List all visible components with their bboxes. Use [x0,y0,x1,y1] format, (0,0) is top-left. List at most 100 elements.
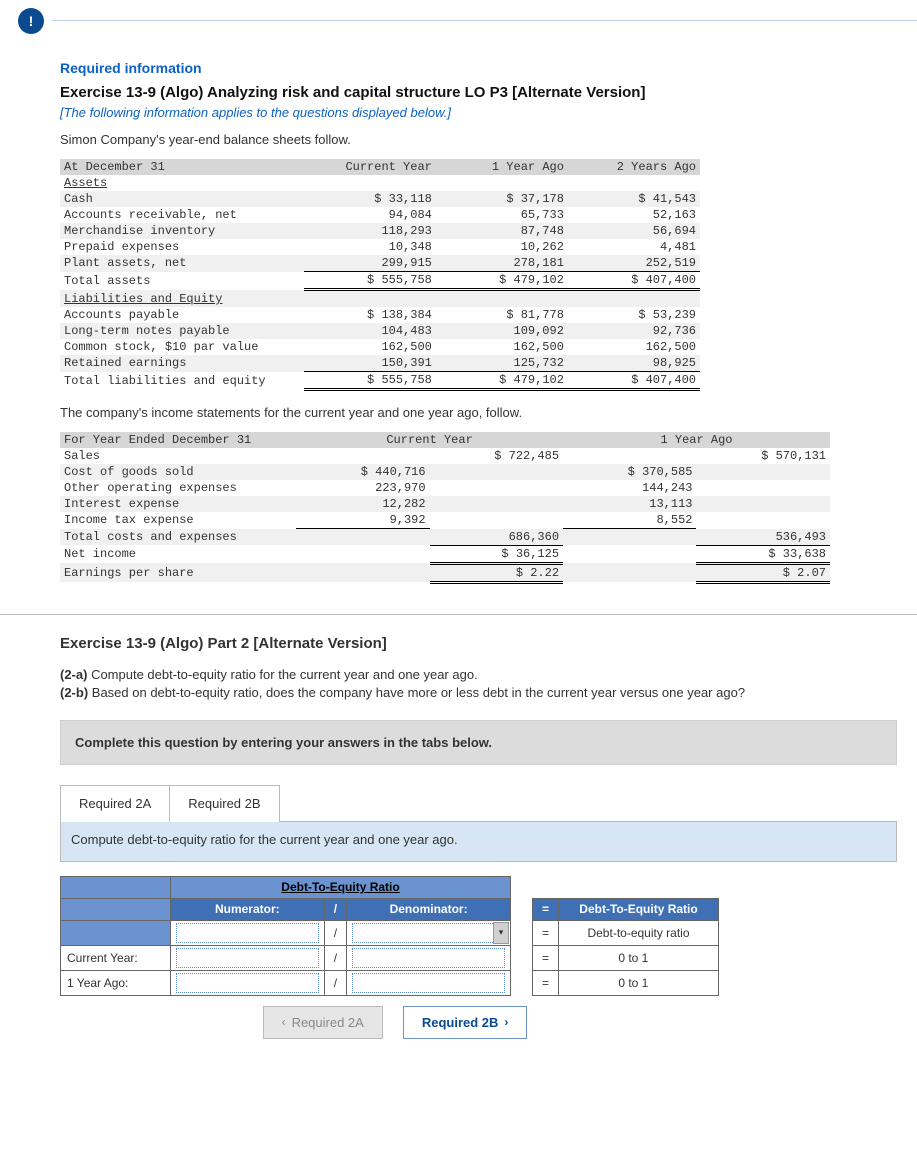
bs-cell: 299,915 [304,255,436,272]
bs-total-assets: $ 479,102 [436,272,568,290]
next-button[interactable]: Required 2B › [403,1006,528,1039]
chevron-right-icon: › [504,1015,508,1029]
numerator-cy-input[interactable] [177,949,318,967]
prev-label: Required 2A [292,1015,364,1030]
slash-hdr: / [324,898,347,920]
bs-hdr-1y: 1 Year Ago [436,159,568,175]
is-cell: $ 370,585 [563,464,696,480]
denominator-hdr: Denominator: [347,898,511,920]
bs-cell: 10,348 [304,239,436,255]
bs-cell: 94,084 [304,207,436,223]
bs-cell: 162,500 [304,339,436,355]
q2b-label: (2-b) [60,685,88,700]
slash-cell: / [324,920,347,945]
is-sales-label: Sales [60,448,296,464]
bs-cell: 4,481 [568,239,700,255]
is-totalexp-cy: 686,360 [430,529,563,546]
intro-text: Simon Company's year-end balance sheets … [60,132,897,147]
q2b-text: Based on debt-to-equity ratio, does the … [88,685,745,700]
tabs: Required 2A Required 2B [60,785,897,822]
is-row-label: Cost of goods sold [60,464,296,480]
bs-cell: $ 53,239 [568,307,700,323]
bs-cell: 252,519 [568,255,700,272]
ratio-title: Debt-To-Equity Ratio [171,876,511,898]
chevron-down-icon[interactable]: ▾ [493,922,509,944]
slash-cell: / [324,945,347,970]
slash-cell: / [324,970,347,995]
bs-cell: 10,262 [436,239,568,255]
denominator-select[interactable] [353,924,504,942]
to1-label: to 1 [628,951,648,965]
ratio-cy-value: 0 [565,951,625,965]
required-info-label: Required information [60,60,897,76]
bs-row-label: Accounts payable [60,307,304,323]
is-eps-label: Earnings per share [60,563,296,582]
is-netincome-cy: $ 36,125 [430,545,563,563]
info-badge-icon: ! [18,8,44,34]
question-text: (2-a) Compute debt-to-equity ratio for t… [60,666,897,702]
bs-cell: 109,092 [436,323,568,339]
current-year-label: Current Year: [61,945,171,970]
is-cell: $ 440,716 [296,464,429,480]
bs-cell: 87,748 [436,223,568,239]
is-eps-1y: $ 2.07 [696,563,830,582]
bs-total-le: $ 555,758 [304,372,436,390]
is-sales-1y: $ 570,131 [696,448,830,464]
context-note: [The following information applies to th… [60,105,897,120]
income-table: For Year Ended December 31 Current Year … [60,432,830,584]
numerator-ya-input[interactable] [177,974,318,992]
bs-row-label: Common stock, $10 par value [60,339,304,355]
bs-row-label: Accounts receivable, net [60,207,304,223]
bs-total-assets-label: Total assets [60,272,304,290]
ratio-row-label: Debt-to-equity ratio [559,920,719,945]
is-cell: 9,392 [296,512,429,529]
is-hdr-1y: 1 Year Ago [563,432,830,448]
bs-cell: $ 37,178 [436,191,568,207]
is-hdr-cy: Current Year [296,432,563,448]
tab-panel-2a: Compute debt-to-equity ratio for the cur… [60,821,897,862]
bs-cell: 150,391 [304,355,436,372]
bs-cell: 52,163 [568,207,700,223]
numerator-select[interactable] [177,924,318,942]
is-sales-cy: $ 722,485 [430,448,563,464]
eq-cell: = [533,945,559,970]
bs-cell: $ 138,384 [304,307,436,323]
assets-section: Assets [60,175,700,191]
tab-required-2b[interactable]: Required 2B [169,785,279,822]
denominator-ya-input[interactable] [353,974,504,992]
bs-row-label: Plant assets, net [60,255,304,272]
chevron-left-icon: ‹ [282,1015,286,1029]
part2-title: Exercise 13-9 (Algo) Part 2 [Alternate V… [60,635,897,652]
is-cell: 13,113 [563,496,696,512]
year-ago-label: 1 Year Ago: [61,970,171,995]
top-divider [52,20,917,21]
bs-row-label: Retained earnings [60,355,304,372]
is-totalexp-label: Total costs and expenses [60,529,296,546]
bs-cell: $ 33,118 [304,191,436,207]
bs-total-assets: $ 407,400 [568,272,700,290]
eq-hdr: = [533,898,559,920]
complete-instruction: Complete this question by entering your … [60,720,897,765]
is-cell: 8,552 [563,512,696,529]
answer-table: Debt-To-Equity Ratio Numerator: / Denomi… [60,876,719,996]
bs-cell: 125,732 [436,355,568,372]
is-totalexp-1y: 536,493 [696,529,830,546]
is-row-label: Income tax expense [60,512,296,529]
bs-cell: 162,500 [568,339,700,355]
section-divider [0,614,917,615]
prev-button[interactable]: ‹ Required 2A [263,1006,383,1039]
next-label: Required 2B [422,1015,499,1030]
bs-hdr-2y: 2 Years Ago [568,159,700,175]
to1-label: to 1 [628,976,648,990]
bs-cell: 162,500 [436,339,568,355]
bs-hdr-date: At December 31 [60,159,304,175]
liab-section: Liabilities and Equity [60,290,700,308]
is-cell: 12,282 [296,496,429,512]
bs-cell: 92,736 [568,323,700,339]
is-row-label: Other operating expenses [60,480,296,496]
balance-sheet-table: At December 31 Current Year 1 Year Ago 2… [60,159,700,391]
tab-required-2a[interactable]: Required 2A [60,785,170,822]
eq-cell: = [533,970,559,995]
denominator-cy-input[interactable] [353,949,504,967]
ratio-hdr: Debt-To-Equity Ratio [559,898,719,920]
